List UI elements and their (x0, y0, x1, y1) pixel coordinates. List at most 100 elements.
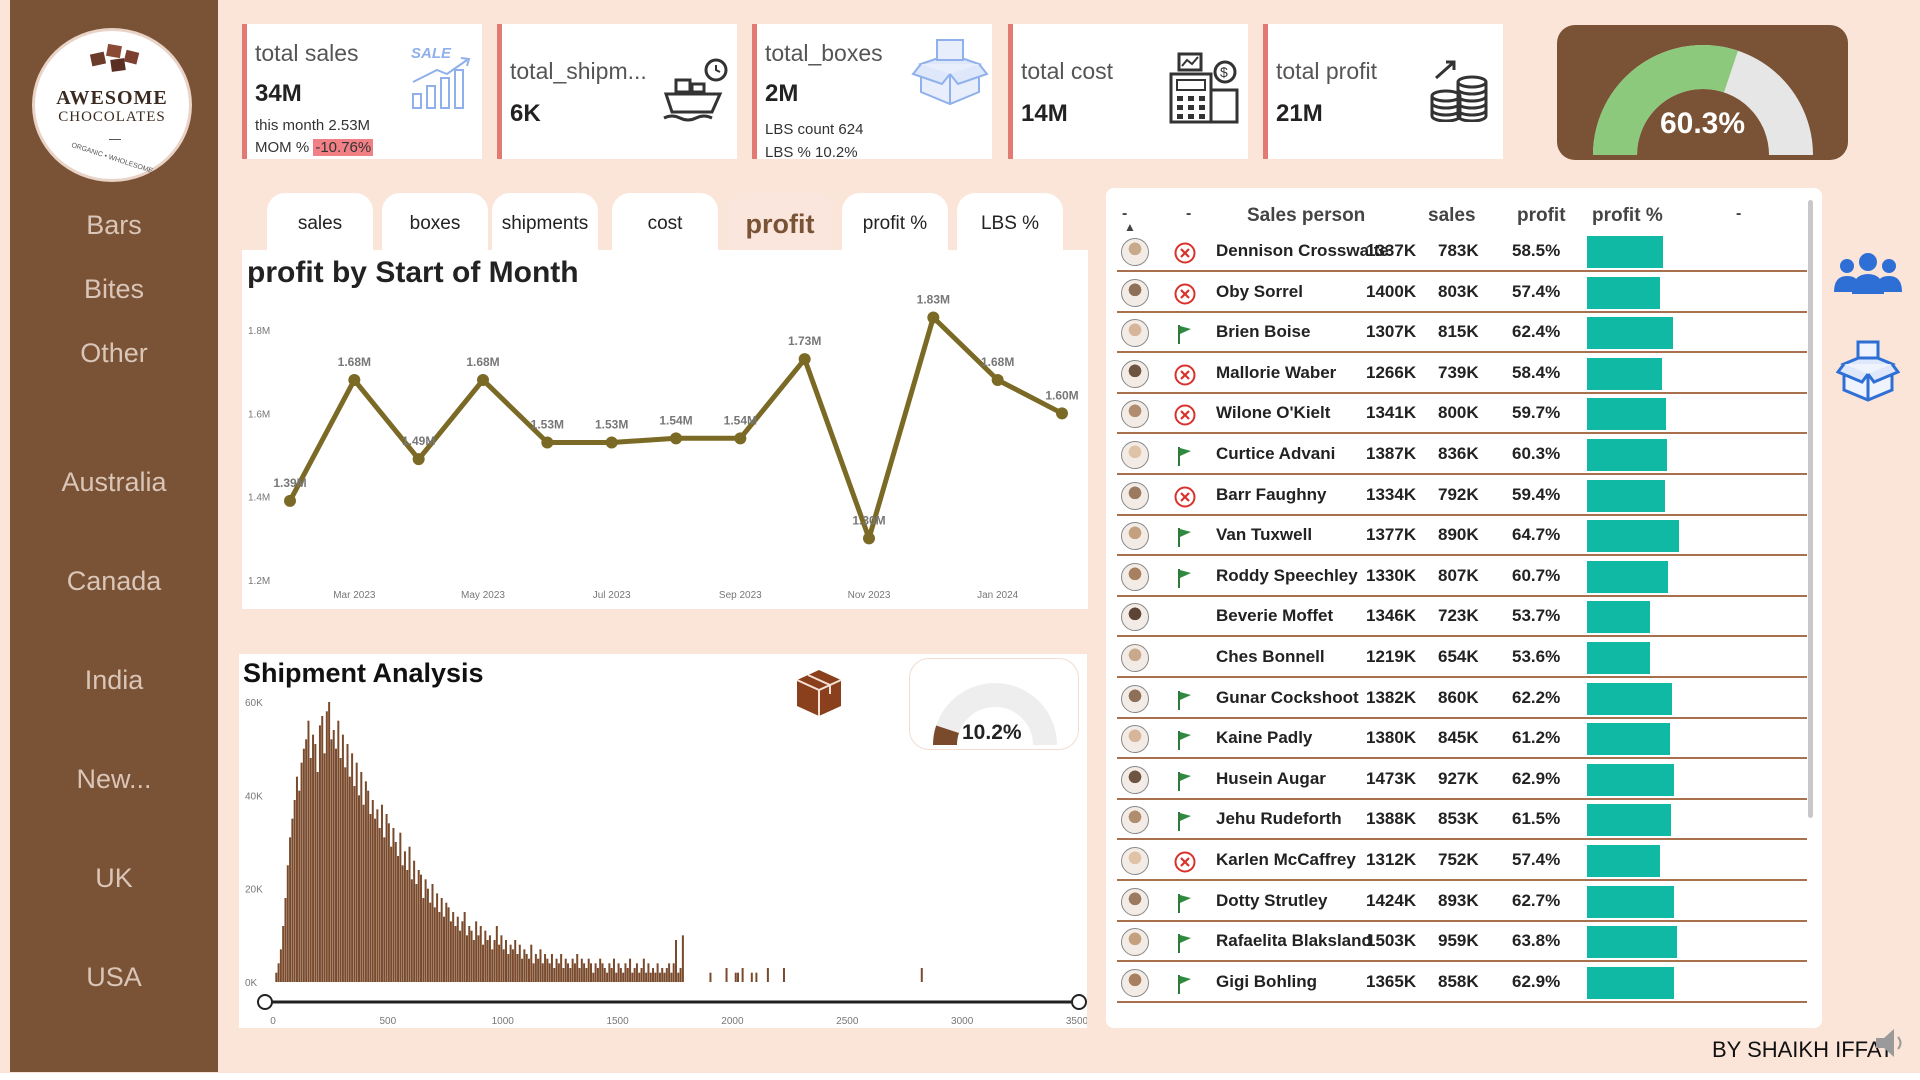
table-row[interactable]: Curtice Advani 1387K 836K 60.3% (1117, 435, 1807, 475)
table-row[interactable]: Ches Bonnell 1219K 654K 53.6% (1117, 638, 1807, 678)
tab-lbs-percent[interactable]: LBS % (957, 193, 1063, 250)
lbs-gauge-value: 10.2% (962, 721, 1022, 744)
avatar (1121, 806, 1149, 835)
table-row[interactable]: Jehu Rudeforth 1388K 853K 61.5% (1117, 800, 1807, 841)
header-sort[interactable]: - (1122, 205, 1127, 223)
status-flag-icon (1178, 690, 1191, 710)
avatar (1121, 359, 1149, 388)
line-chart-svg: 1.2M 1.4M 1.6M 1.8M Mar 2023 May 2023 Jul 2023… (248, 293, 1079, 602)
status-flag-icon (1178, 812, 1191, 832)
histogram-bar (459, 930, 462, 982)
data-point (284, 494, 296, 507)
header-profit-percent[interactable]: profit % (1592, 205, 1663, 227)
kpi-this-month: this month 2.53M (255, 117, 371, 134)
table-row[interactable]: Barr Faughny 1334K 792K 59.4% (1117, 476, 1807, 516)
table-row[interactable]: Mallorie Waber 1266K 739K 58.4% (1117, 354, 1807, 394)
tab-sales[interactable]: sales (267, 193, 373, 250)
speaker-icon[interactable] (1872, 1025, 1908, 1061)
table-row[interactable]: Gigi Bohling 1365K 858K 62.9% (1117, 963, 1807, 1003)
tab-cost[interactable]: cost (612, 193, 718, 250)
histogram-bar (323, 753, 326, 982)
header-sales[interactable]: sales (1428, 205, 1476, 227)
tab-boxes[interactable]: boxes (382, 193, 488, 250)
profit-percent-cell: 60.7% (1512, 565, 1561, 585)
histogram-bar (339, 758, 342, 982)
team-icon[interactable] (1834, 250, 1902, 298)
header-status[interactable]: - (1186, 205, 1191, 223)
table-row[interactable]: Brien Boise 1307K 815K 62.4% (1117, 313, 1807, 354)
histogram-bar (383, 837, 386, 982)
table-row[interactable]: Gunar Cockshoot 1382K 860K 62.2% (1117, 679, 1807, 719)
histogram-bar (493, 940, 496, 982)
sidebar-item-india[interactable]: India (10, 665, 218, 696)
table-row[interactable]: Rafaelita Blaksland 1503K 959K 63.8% (1117, 922, 1807, 963)
y-tick-label: 1.2M (248, 576, 270, 587)
table-row[interactable]: Beverie Moffet 1346K 723K 53.7% (1117, 597, 1807, 638)
range-slider-handle-start[interactable] (257, 994, 273, 1010)
table-scrollbar[interactable] (1808, 200, 1813, 818)
table-row[interactable]: Roddy Speechley 1330K 807K 60.7% (1117, 557, 1807, 597)
profit-cell: 893K (1438, 890, 1479, 910)
histogram-bar (429, 902, 432, 982)
profit-percent-cell: 61.2% (1512, 728, 1561, 748)
histogram-bar (537, 958, 540, 982)
table-row[interactable]: Kaine Padly 1380K 845K 61.2% (1117, 719, 1807, 760)
table-row[interactable]: Wilone O'Kielt 1341K 800K 59.7% (1117, 394, 1807, 435)
histogram-bar (635, 963, 638, 982)
header-sales-person[interactable]: Sales person (1247, 205, 1365, 227)
table-row[interactable]: Dotty Strutley 1424K 893K 62.7% (1117, 882, 1807, 922)
histogram-bar (583, 963, 586, 982)
sidebar-item-new[interactable]: New... (10, 764, 218, 795)
brand-logo: AWESOME CHOCOLATES ORGANIC • WHOLESOME (32, 28, 192, 182)
histogram-bar (332, 730, 335, 982)
tab-profit-percent[interactable]: profit % (842, 193, 948, 250)
histogram-bar (436, 893, 439, 982)
data-label: 1.68M (981, 355, 1014, 369)
profit-percent-cell: 63.8% (1512, 931, 1561, 951)
histogram-bar (477, 935, 480, 982)
range-slider-handle-end[interactable] (1071, 994, 1087, 1010)
table-row[interactable]: Husein Augar 1473K 927K 62.9% (1117, 760, 1807, 800)
kpi-title: total cost (1021, 58, 1114, 84)
histogram-bar (314, 744, 317, 982)
histogram-bar (750, 972, 753, 982)
histogram-bar (546, 958, 549, 982)
sales-cell: 1341K (1366, 403, 1417, 423)
header-profit[interactable]: profit (1517, 205, 1566, 227)
sidebar-item-australia[interactable]: Australia (10, 467, 218, 498)
sidebar-item-other[interactable]: Other (10, 338, 218, 369)
sidebar-item-bites[interactable]: Bites (10, 274, 218, 305)
profit-cell: 853K (1438, 809, 1479, 829)
histogram-bar (440, 898, 443, 982)
sales-person-name: Kaine Padly (1216, 728, 1313, 748)
table-row[interactable]: Van Tuxwell 1377K 890K 64.7% (1117, 516, 1807, 557)
data-label: 1.30M (852, 513, 885, 527)
shipment-analysis-chart: 0K 20K 40K 60K 0 500 1000 1500 2000 2500 3000 3500 … (239, 654, 1087, 1028)
table-row[interactable]: Dennison Crosswaite 1337K 783K 58.5% (1117, 232, 1807, 272)
tab-shipments[interactable]: shipments (492, 193, 598, 250)
sidebar-item-usa[interactable]: USA (10, 962, 218, 993)
tab-profit[interactable]: profit (727, 193, 833, 250)
header-bar[interactable]: - (1736, 205, 1741, 223)
histogram-bar (578, 968, 581, 982)
mom-value: -10.76% (313, 139, 374, 156)
box-icon[interactable] (1836, 338, 1900, 404)
avatar (1121, 725, 1149, 754)
profit-cell: 739K (1438, 362, 1479, 382)
x-tick-label: 2500 (836, 1016, 859, 1027)
data-point (991, 374, 1004, 386)
logo-divider (109, 139, 121, 140)
sidebar-item-bars[interactable]: Bars (10, 210, 218, 241)
table-row[interactable]: Oby Sorrel 1400K 803K 57.4% (1117, 273, 1807, 313)
sidebar-item-uk[interactable]: UK (10, 863, 218, 894)
profit-cell: 723K (1438, 606, 1479, 626)
sales-cell: 1266K (1366, 362, 1417, 382)
table-row[interactable]: Karlen McCaffrey 1312K 752K 57.4% (1117, 841, 1807, 881)
data-label: 1.49M (402, 434, 435, 448)
avatar (1121, 765, 1149, 794)
sidebar-item-canada[interactable]: Canada (10, 566, 218, 597)
y-tick-label: 20K (245, 885, 263, 896)
histogram-bar (380, 804, 383, 982)
histogram-bar (782, 968, 785, 982)
histogram-bar (344, 767, 347, 982)
